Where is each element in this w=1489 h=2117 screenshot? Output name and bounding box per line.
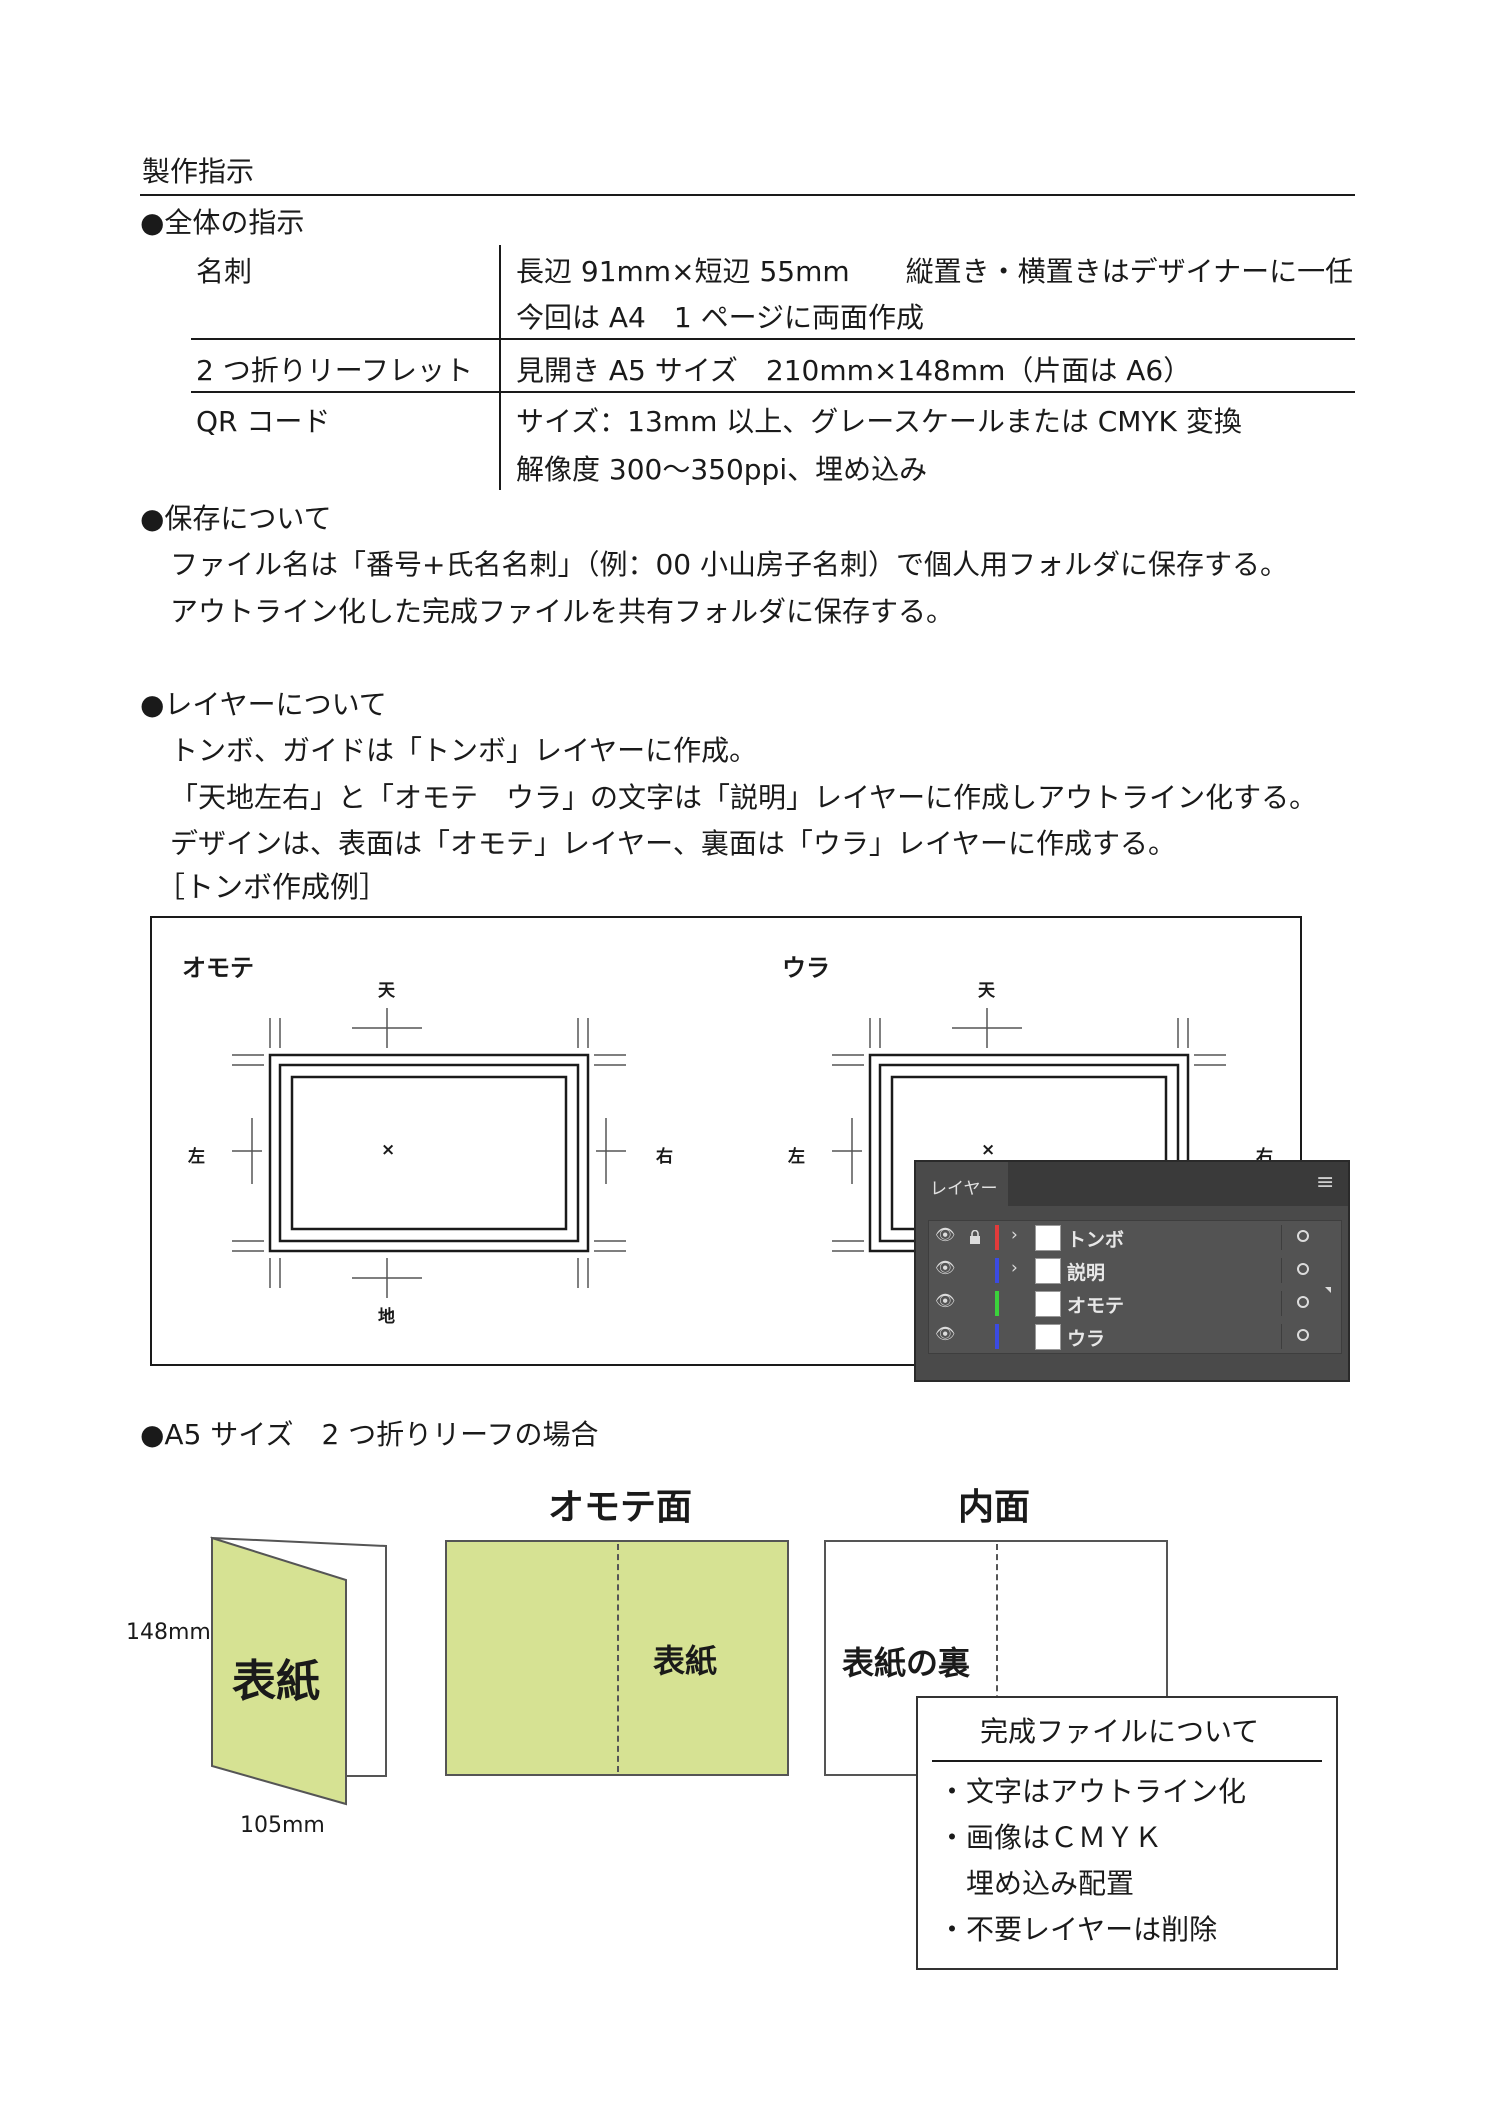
eye-icon[interactable]: 👁 <box>935 1324 955 1343</box>
layer-thumbnail <box>1035 1225 1061 1251</box>
layer-color-swatch <box>995 1291 999 1316</box>
layers-list: 👁 › トンボ 👁 › 説明 👁 オモテ 👁 ウラ <box>928 1220 1342 1354</box>
spec-label: 2 つ折りリーフレット <box>196 354 474 387</box>
spec-label: 名刺 <box>196 255 253 288</box>
layer-name: トンボ <box>1067 1229 1125 1251</box>
layer-name: ウラ <box>1067 1328 1106 1350</box>
title-rule <box>140 194 1355 196</box>
front-top-label: 天 <box>378 981 395 1001</box>
front-card-frame <box>268 1053 590 1253</box>
body-line: アウトライン化した完成ファイルを共有フォルダに保存する。 <box>170 595 955 628</box>
layer-row-setsumei[interactable]: 👁 › 説明 <box>929 1254 1359 1287</box>
target-circle-icon[interactable] <box>1297 1296 1309 1308</box>
layers-panel-title: レイヤー <box>930 1179 998 1199</box>
selected-corner-icon <box>1325 1287 1331 1293</box>
layer-thumbnail <box>1035 1258 1061 1284</box>
finish-note: ・文字はアウトライン化 <box>938 1775 1247 1808</box>
front-side-title: オモテ面 <box>548 1487 693 1528</box>
finish-note: ・画像はＣＭＹＫ <box>938 1821 1163 1854</box>
chevron-right-icon[interactable]: › <box>1011 1258 1018 1278</box>
layer-color-swatch <box>995 1324 999 1349</box>
finish-note: ・不要レイヤーは削除 <box>938 1913 1218 1946</box>
front-bottom-label: 地 <box>378 1307 395 1327</box>
finish-notes-title: 完成ファイルについて <box>980 1715 1260 1748</box>
target-circle-icon[interactable] <box>1297 1230 1309 1242</box>
back-center-mark: × <box>981 1140 996 1160</box>
chevron-right-icon[interactable]: › <box>1011 1225 1018 1245</box>
target-circle-icon[interactable] <box>1297 1263 1309 1275</box>
front-cover-label: 表紙 <box>653 1642 718 1680</box>
table-rule <box>191 338 1355 340</box>
spec-value: 見開き A5 サイズ 210mm×148mm（片面は A6） <box>516 354 1192 387</box>
finish-notes-rule <box>932 1760 1322 1762</box>
body-line: 「天地左右」と「オモテ ウラ」の文字は「説明」レイヤーに作成しアウトライン化する… <box>170 781 1318 814</box>
body-line: トンボ、ガイドは「トンボ」レイヤーに作成。 <box>170 734 758 767</box>
layer-color-swatch <box>995 1225 999 1250</box>
section-heading-layers: ●レイヤーについて <box>140 688 387 721</box>
inner-label: 表紙の裏 <box>842 1644 971 1682</box>
spec-value: 長辺 91mm×短辺 55mm 縦置き・横置きはデザイナーに一任 <box>516 255 1354 288</box>
layer-thumbnail <box>1035 1291 1061 1317</box>
back-title: ウラ <box>782 954 830 982</box>
eye-icon[interactable]: 👁 <box>935 1291 955 1310</box>
spec-label: QR コード <box>196 405 331 438</box>
layer-thumbnail <box>1035 1324 1061 1350</box>
front-spread: 表紙 <box>445 1540 789 1776</box>
layer-name: オモテ <box>1067 1295 1125 1317</box>
finish-note: 埋め込み配置 <box>938 1867 1135 1900</box>
width-dimension: 105mm <box>240 1813 325 1838</box>
layer-row-ura[interactable]: 👁 ウラ <box>929 1320 1359 1353</box>
eye-icon[interactable]: 👁 <box>935 1225 955 1244</box>
section-heading-a5: ●A5 サイズ 2 つ折りリーフの場合 <box>140 1418 599 1451</box>
spec-value: 今回は A4 1 ページに両面作成 <box>516 301 925 334</box>
front-right-label: 右 <box>656 1147 673 1167</box>
spec-value: サイズ：13mm 以上、グレースケールまたは CMYK 変換 <box>516 405 1242 438</box>
front-title: オモテ <box>182 954 254 982</box>
page-title: 製作指示 <box>142 155 255 188</box>
layer-row-omote[interactable]: 👁 オモテ <box>929 1287 1359 1320</box>
body-line: ファイル名は「番号+氏名名刺」（例：00 小山房子名刺）で個人用フォルダに保存す… <box>170 548 1288 581</box>
eye-icon[interactable]: 👁 <box>935 1258 955 1277</box>
panel-menu-icon[interactable]: ≡ <box>1316 1170 1334 1195</box>
table-divider <box>499 245 501 490</box>
layers-panel: レイヤー ≡ 👁 › トンボ 👁 › 説明 👁 オモテ 👁 ウラ <box>914 1160 1350 1382</box>
cover-label: 表紙 <box>232 1656 320 1707</box>
layer-color-swatch <box>995 1258 999 1283</box>
section-heading-overall: ●全体の指示 <box>140 206 305 239</box>
fold-line <box>617 1544 619 1772</box>
body-line: デザインは、表面は「オモテ」レイヤー、裏面は「ウラ」レイヤーに作成する。 <box>170 827 1177 860</box>
front-left-label: 左 <box>188 1147 205 1167</box>
finish-notes-box: 完成ファイルについて ・文字はアウトライン化 ・画像はＣＭＹＫ 埋め込み配置 ・… <box>916 1696 1338 1970</box>
back-left-label: 左 <box>788 1147 805 1167</box>
example-label: ［トンボ作成例］ <box>156 870 389 904</box>
layer-name: 説明 <box>1067 1262 1106 1284</box>
layer-row-tombo[interactable]: 👁 › トンボ <box>929 1221 1359 1254</box>
table-rule <box>191 391 1355 393</box>
spec-value: 解像度 300〜350ppi、埋め込み <box>516 453 928 486</box>
height-dimension: 148mm <box>126 1620 211 1645</box>
lock-icon[interactable] <box>969 1230 981 1244</box>
section-heading-save: ●保存について <box>140 502 332 535</box>
target-circle-icon[interactable] <box>1297 1329 1309 1341</box>
back-top-label: 天 <box>978 981 995 1001</box>
front-center-mark: × <box>381 1140 396 1160</box>
inner-side-title: 内面 <box>958 1487 1031 1528</box>
